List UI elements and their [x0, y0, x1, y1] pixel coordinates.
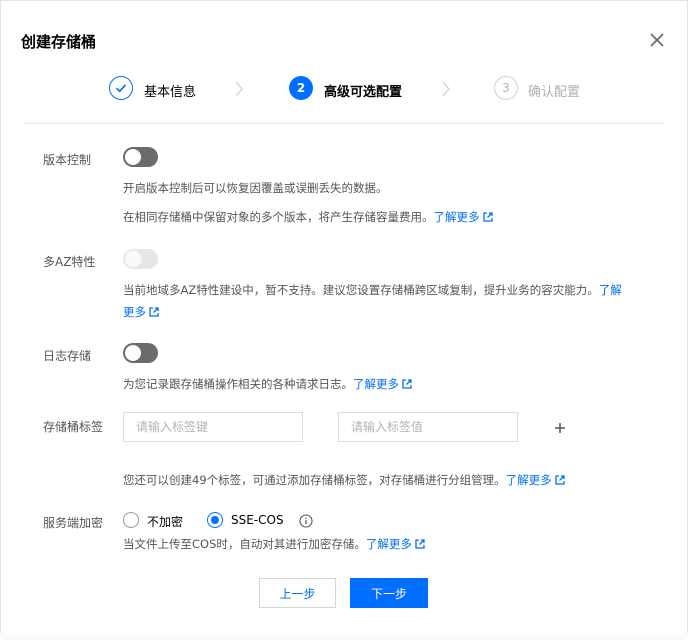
tag-value-input[interactable] — [338, 412, 518, 442]
encryption-label: 服务端加密 — [43, 516, 104, 530]
learn-more-link[interactable]: 更多 — [123, 305, 159, 319]
background-strip — [0, 633, 688, 640]
external-link-icon — [482, 212, 493, 222]
step-2-indicator: 2 — [289, 76, 313, 100]
external-link-icon — [415, 539, 425, 549]
tags-desc: 您还可以创建49个标签，可通过添加存储桶标签，对存储桶进行分组管理。了解更多 — [123, 472, 565, 488]
tag-key-input[interactable] — [123, 412, 303, 442]
multi-az-desc: 当前地域多AZ特性建设中，暂不支持。建议您设置存储桶跨区域复制，提升业务的容灾能… — [123, 283, 622, 319]
radio-label-no-encryption: 不加密 — [147, 515, 184, 529]
create-bucket-dialog: 创建存储桶 基本信息 2 高级可选配置 3 确认配置 版本控制 开启版本控制后可… — [0, 0, 688, 640]
chevron-right-icon — [234, 81, 244, 101]
step-2-label: 高级可选配置 — [324, 85, 403, 100]
learn-more-link[interactable]: 了解更多 — [353, 377, 412, 391]
external-link-icon — [402, 379, 412, 389]
info-icon[interactable] — [299, 513, 313, 528]
dialog-title: 创建存储桶 — [21, 33, 97, 51]
versioning-label: 版本控制 — [43, 153, 92, 167]
logging-toggle[interactable] — [123, 343, 158, 363]
step-1-label: 基本信息 — [144, 85, 197, 100]
learn-more-link[interactable]: 了解更多 — [366, 537, 425, 551]
radio-label-sse-cos: SSE-COS — [231, 513, 284, 527]
versioning-desc-1: 开启版本控制后可以恢复因覆盖或误删丢失的数据。 — [123, 181, 388, 195]
external-link-icon — [149, 307, 159, 317]
learn-more-link[interactable]: 了解更多 — [506, 473, 565, 487]
logging-desc: 为您记录跟存储桶操作相关的各种请求日志。了解更多 — [123, 376, 412, 392]
plus-icon[interactable] — [553, 420, 567, 434]
external-link-icon — [554, 475, 565, 485]
versioning-toggle[interactable] — [123, 147, 158, 167]
step-3-indicator: 3 — [494, 76, 518, 100]
learn-more-link[interactable]: 了解 — [599, 283, 622, 297]
step-indicator: 基本信息 2 高级可选配置 3 确认配置 — [1, 75, 687, 105]
step-3-label: 确认配置 — [528, 85, 581, 100]
logging-label: 日志存储 — [43, 349, 92, 363]
chevron-right-icon — [441, 81, 451, 101]
tags-label: 存储桶标签 — [43, 420, 104, 434]
encryption-desc: 当文件上传至COS时，自动对其进行加密存储。了解更多 — [123, 536, 425, 552]
radio-no-encryption[interactable] — [123, 512, 139, 528]
close-icon[interactable] — [647, 30, 667, 50]
multi-az-toggle[interactable] — [123, 249, 158, 269]
radio-sse-cos[interactable] — [207, 512, 223, 528]
previous-step-button[interactable]: 上一步 — [259, 578, 336, 608]
learn-more-link[interactable]: 了解更多 — [434, 210, 493, 224]
step-1-check-icon — [109, 76, 133, 100]
divider — [23, 123, 664, 124]
next-step-button[interactable]: 下一步 — [350, 578, 428, 608]
multi-az-label: 多AZ特性 — [43, 255, 96, 269]
versioning-desc-2: 在相同存储桶中保留对象的多个版本，将产生存储容量费用。了解更多 — [123, 209, 493, 225]
